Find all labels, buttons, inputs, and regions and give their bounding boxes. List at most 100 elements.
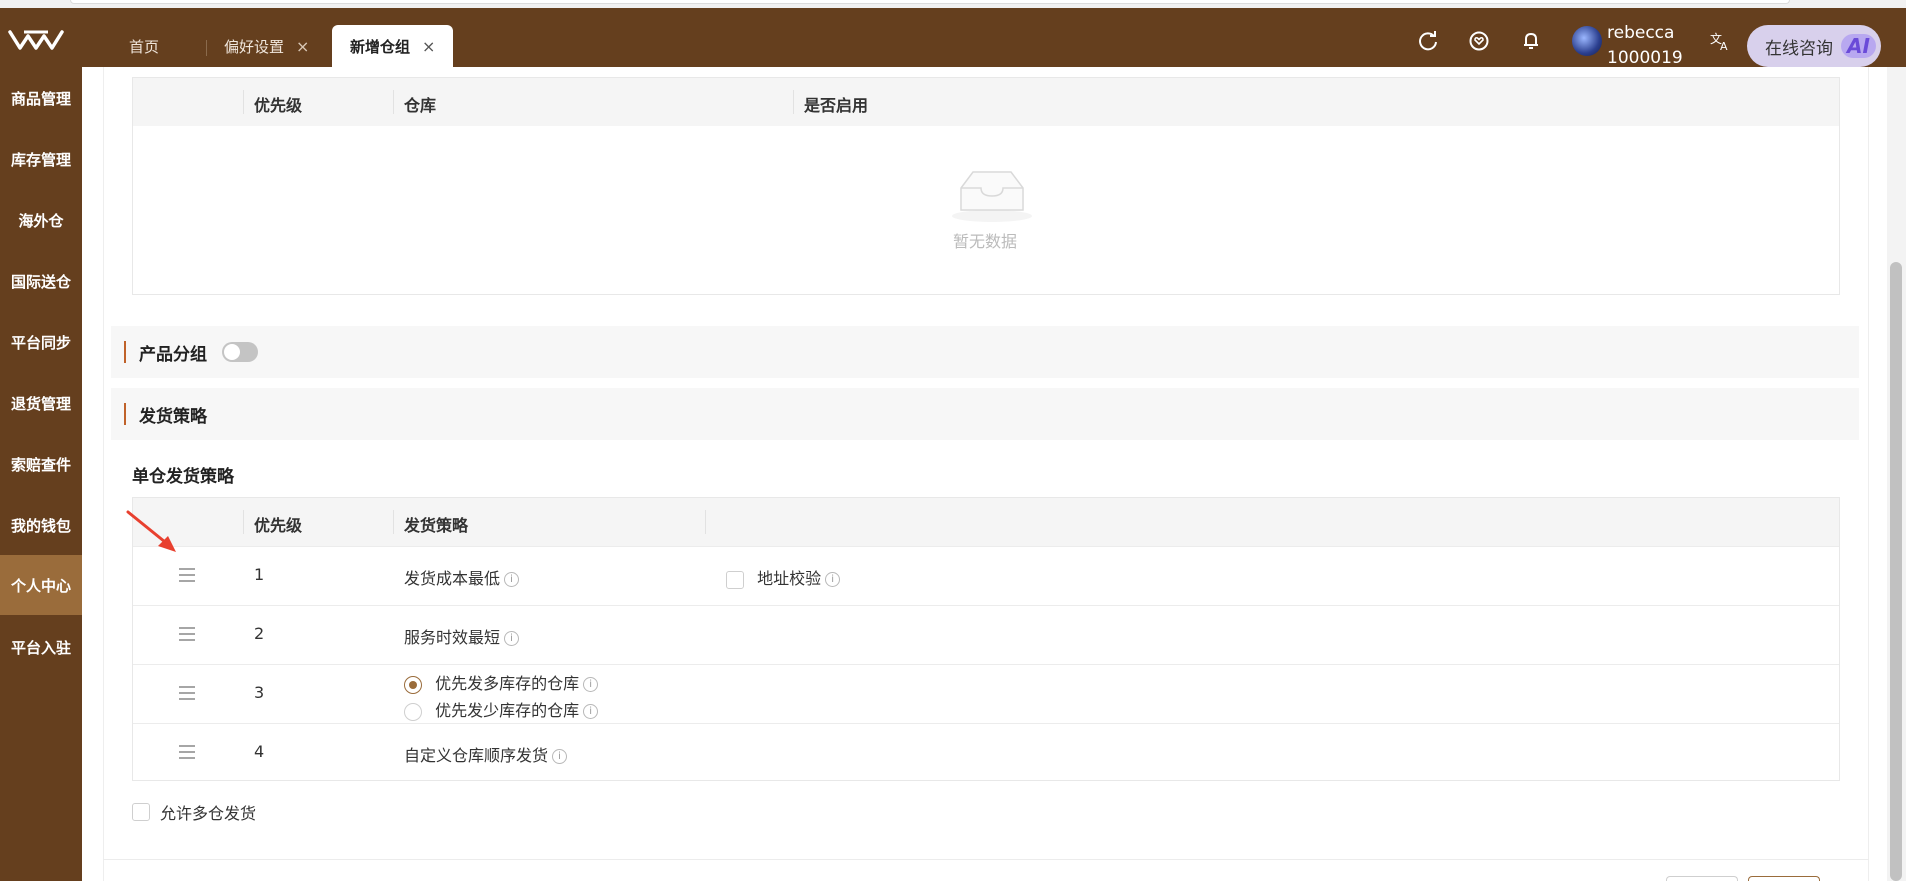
shipping-strategy-section: 发货策略	[111, 388, 1859, 440]
sidebar-item-products[interactable]: 商品管理	[0, 73, 82, 123]
footer-button-partial[interactable]	[1748, 876, 1820, 881]
info-icon[interactable]: i	[504, 631, 520, 646]
allow-multi-label: 允许多仓发货	[160, 804, 257, 823]
scrollbar-thumb[interactable]	[1890, 262, 1902, 881]
svg-text:A: A	[1720, 40, 1728, 53]
column-divider	[393, 510, 394, 534]
sidebar-item-label: 库存管理	[10, 150, 71, 169]
online-consult-button[interactable]: 在线咨询 AI	[1747, 25, 1881, 67]
radio-more-stock[interactable]	[404, 675, 422, 694]
top-header: 首页 偏好设置 × 新增仓组 × rebecca 1000019 文 A 在线咨…	[0, 8, 1906, 68]
info-icon[interactable]: i	[504, 572, 520, 587]
stock-radio-more[interactable]: 优先发多库存的仓库 i	[404, 670, 599, 694]
sidebar-item-wallet[interactable]: 我的钱包	[0, 500, 82, 550]
table-row[interactable]: 1 发货成本最低 i 地址校验 i	[133, 546, 1839, 605]
tab-home[interactable]: 首页	[129, 25, 159, 67]
sidebar-item-platform-sync[interactable]: 平台同步	[0, 317, 82, 367]
table-row[interactable]: 3 优先发多库存的仓库 i 优先发少库存的仓库 i	[133, 664, 1839, 723]
section-title: 产品分组	[139, 345, 207, 365]
close-icon[interactable]: ×	[422, 37, 435, 56]
section-title: 发货策略	[139, 407, 207, 427]
info-icon[interactable]: i	[583, 704, 599, 719]
table-row[interactable]: 2 服务时效最短 i	[133, 605, 1839, 664]
table-row[interactable]: 4 自定义仓库顺序发货 i	[133, 723, 1839, 782]
tab-divider	[206, 40, 207, 56]
browser-edge	[0, 0, 1906, 8]
single-strategy-title: 单仓发货策略	[132, 467, 234, 487]
sidebar: 商品管理 库存管理 海外仓 国际送仓 平台同步 退货管理 索赔查件 我的钱包 个…	[0, 67, 82, 881]
drag-handle-icon[interactable]	[179, 627, 195, 641]
sidebar-item-overseas-warehouse[interactable]: 海外仓	[0, 195, 82, 245]
product-group-section: 产品分组	[111, 326, 1859, 378]
section-accent-bar	[124, 403, 126, 425]
sidebar-item-label: 索赔查件	[10, 455, 71, 474]
app-root: 首页 偏好设置 × 新增仓组 × rebecca 1000019 文 A 在线咨…	[0, 0, 1906, 881]
drag-handle-icon[interactable]	[179, 745, 195, 759]
column-header-priority: 优先级	[254, 516, 303, 535]
table-header: 优先级 仓库 是否启用	[133, 78, 1839, 126]
footer-divider	[103, 859, 1869, 860]
sidebar-item-returns[interactable]: 退货管理	[0, 378, 82, 428]
sidebar-item-label: 国际送仓	[10, 272, 71, 291]
consult-label: 在线咨询	[1765, 38, 1833, 59]
tab-label: 首页	[129, 37, 160, 56]
info-icon[interactable]: i	[552, 749, 568, 764]
strategy-label: 发货成本最低	[404, 569, 501, 588]
strategy-item: 自定义仓库顺序发货 i	[404, 742, 568, 766]
column-header-strategy: 发货策略	[404, 516, 469, 535]
user-name[interactable]: rebecca	[1607, 23, 1674, 43]
sidebar-item-inventory[interactable]: 库存管理	[0, 134, 82, 184]
column-divider	[793, 90, 794, 114]
sidebar-item-international-delivery[interactable]: 国际送仓	[0, 256, 82, 306]
column-header-enabled: 是否启用	[804, 96, 869, 115]
column-divider	[243, 510, 244, 534]
brand-logo-icon[interactable]	[8, 26, 64, 52]
priority-value: 2	[254, 624, 265, 643]
strategy-item: 服务时效最短 i	[404, 624, 520, 648]
sidebar-item-claims[interactable]: 索赔查件	[0, 439, 82, 489]
allow-multi-warehouse-option[interactable]: 允许多仓发货	[132, 800, 256, 824]
info-icon[interactable]: i	[825, 572, 841, 587]
column-divider	[705, 510, 706, 534]
tab-label: 偏好设置	[224, 37, 285, 56]
column-header-priority: 优先级	[254, 96, 303, 115]
translate-icon[interactable]: 文 A	[1707, 28, 1733, 54]
info-icon[interactable]: i	[583, 677, 599, 692]
strategy-item: 发货成本最低 i	[404, 565, 520, 589]
avatar[interactable]	[1572, 26, 1602, 56]
priority-value: 4	[254, 742, 265, 761]
red-arrow-annotation-icon	[126, 510, 176, 552]
footer-button-partial[interactable]	[1666, 876, 1738, 881]
stock-radio-less[interactable]: 优先发少库存的仓库 i	[404, 697, 599, 721]
empty-text: 暂无数据	[953, 232, 1018, 251]
address-check-checkbox[interactable]	[726, 570, 744, 589]
radio-label: 优先发多库存的仓库	[435, 674, 580, 693]
address-check-option[interactable]: 地址校验 i	[726, 565, 841, 589]
sidebar-item-platform-onboarding[interactable]: 平台入驻	[0, 622, 82, 672]
tab-label: 新增仓组	[350, 37, 411, 56]
strategy-label: 服务时效最短	[404, 628, 501, 647]
column-divider	[393, 90, 394, 114]
refresh-icon[interactable]	[1415, 28, 1441, 54]
drag-handle-icon[interactable]	[179, 568, 195, 582]
sidebar-item-label: 个人中心	[10, 576, 71, 595]
ai-badge: AI	[1841, 34, 1876, 58]
drag-handle-icon[interactable]	[179, 686, 195, 700]
column-divider	[243, 90, 244, 114]
section-accent-bar	[124, 341, 126, 363]
bell-icon[interactable]	[1518, 28, 1544, 54]
column-header-warehouse: 仓库	[404, 96, 437, 115]
tab-preferences[interactable]: 偏好设置 ×	[224, 25, 309, 67]
heart-icon[interactable]	[1466, 28, 1492, 54]
address-bar-edge	[70, 0, 1790, 4]
priority-value: 3	[254, 683, 265, 702]
allow-multi-checkbox[interactable]	[132, 803, 150, 821]
close-icon[interactable]: ×	[296, 37, 309, 56]
user-id: 1000019	[1607, 48, 1683, 68]
sidebar-item-label: 我的钱包	[10, 516, 71, 535]
product-group-toggle[interactable]	[222, 342, 258, 362]
sidebar-item-label: 平台入驻	[10, 638, 71, 657]
radio-less-stock[interactable]	[404, 702, 422, 721]
tab-new-warehouse-group[interactable]: 新增仓组 ×	[332, 25, 454, 67]
sidebar-item-personal-center[interactable]: 个人中心	[0, 555, 82, 615]
